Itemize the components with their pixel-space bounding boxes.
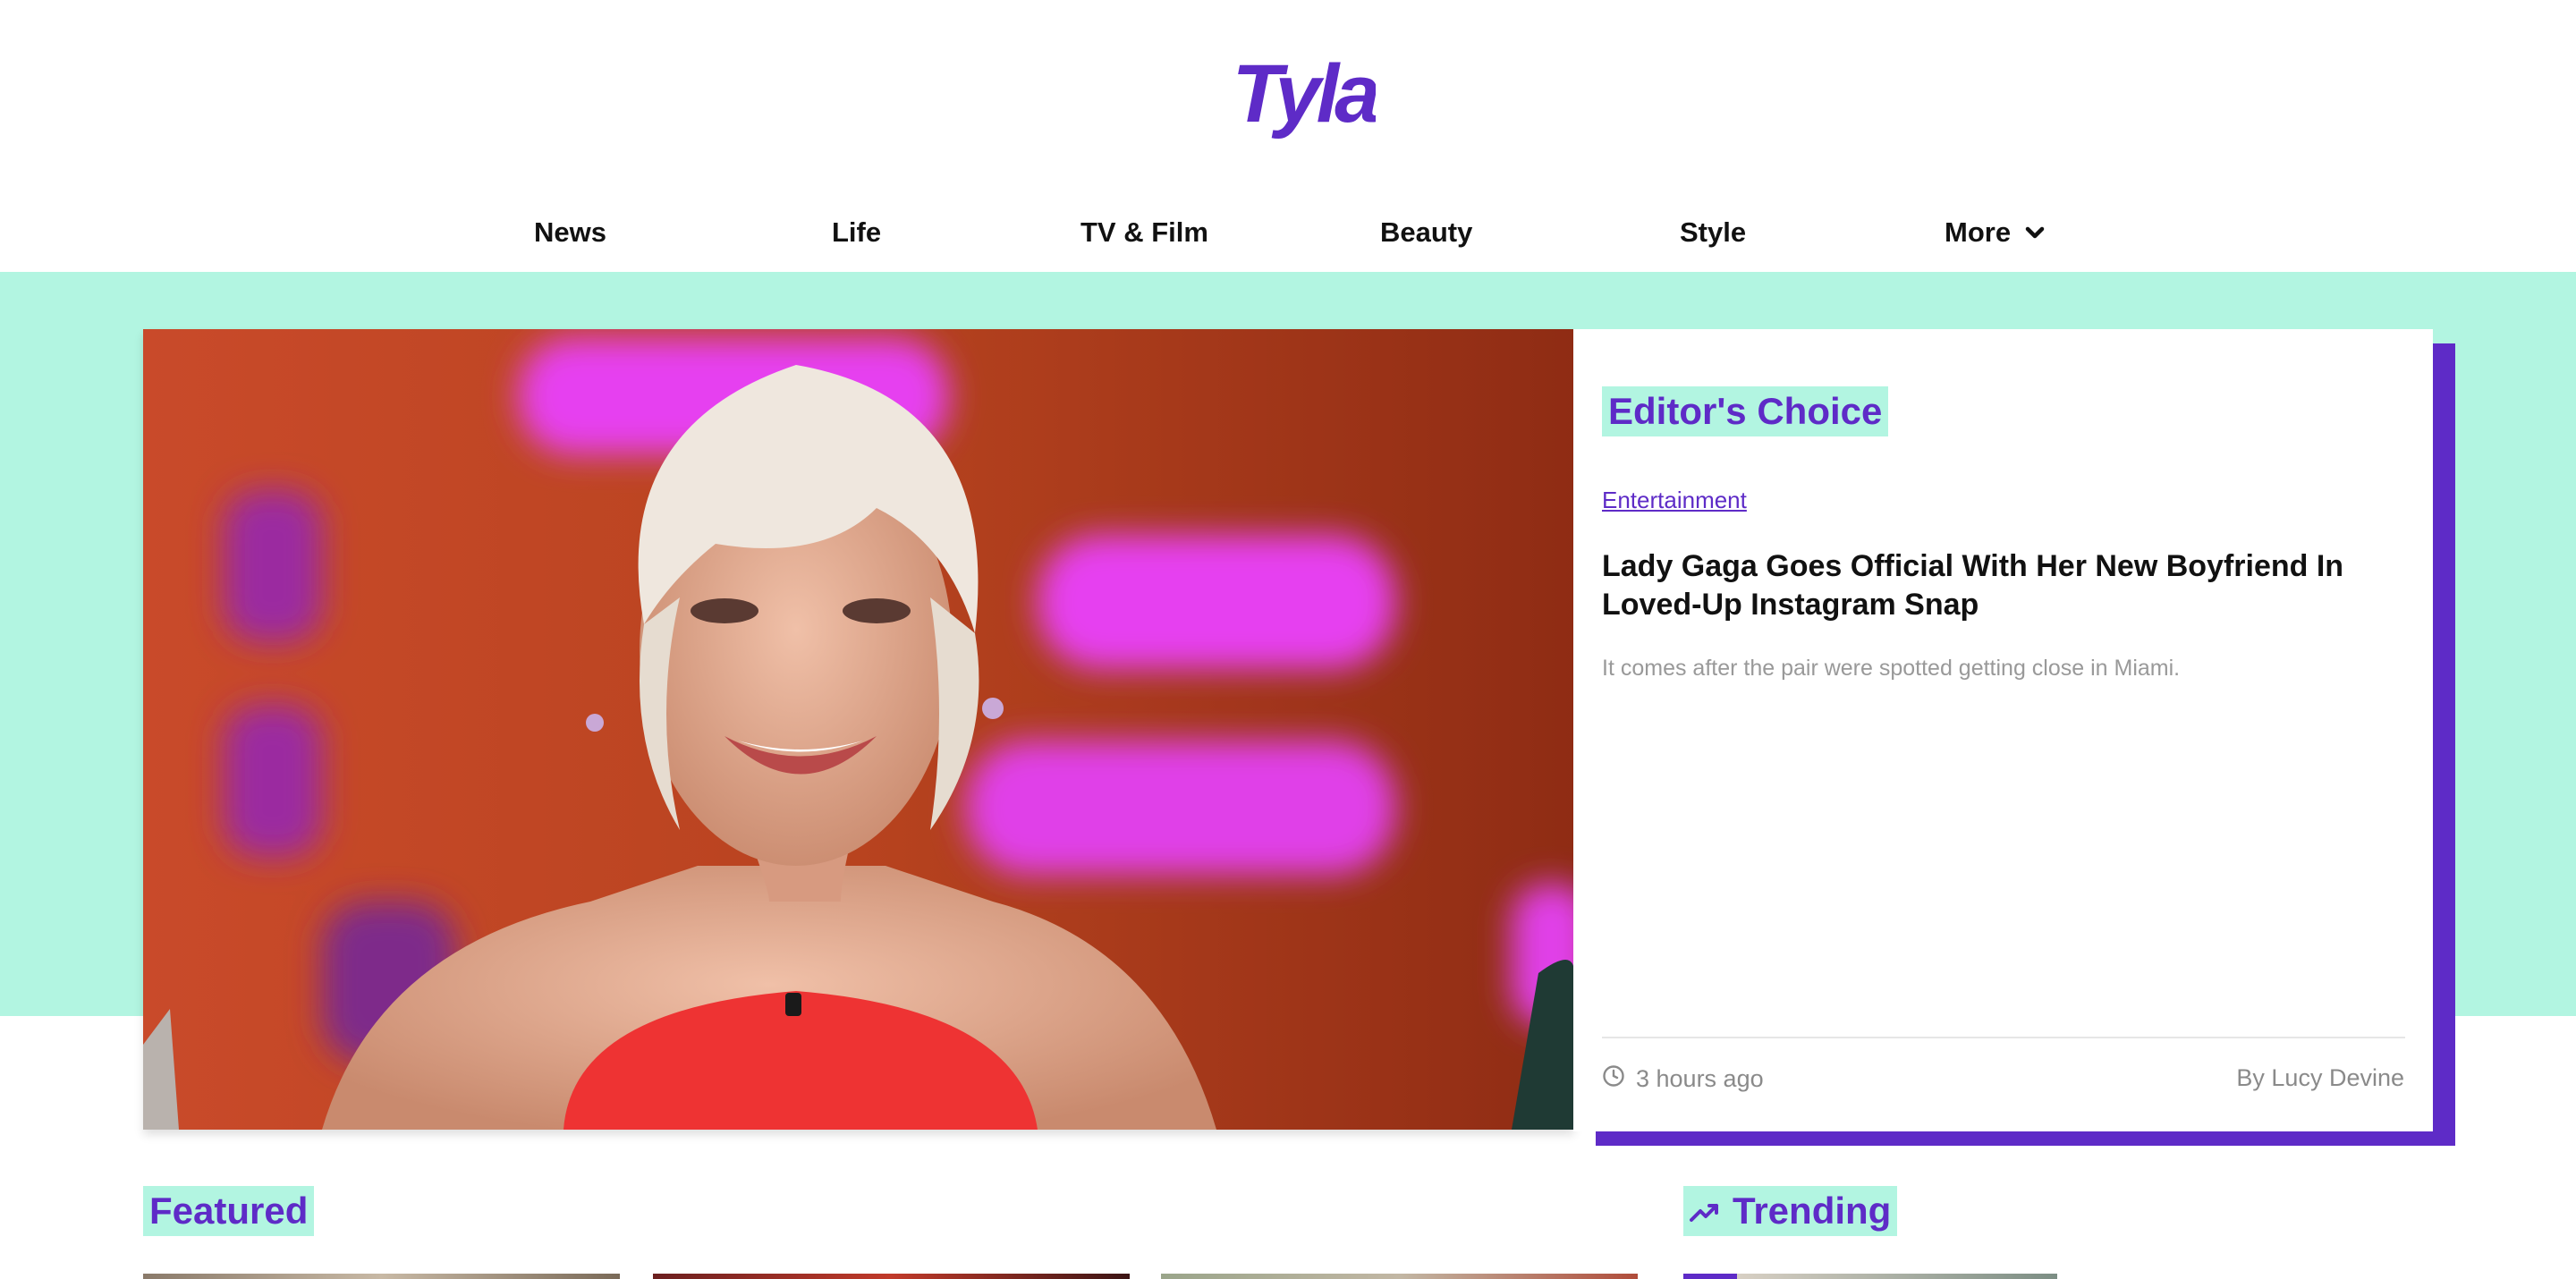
nav-more-label: More bbox=[1945, 216, 2012, 248]
logo-wordmark: Tyla bbox=[1233, 48, 1376, 140]
editors-choice-label: Editor's Choice bbox=[1602, 386, 1889, 436]
article-headline[interactable]: Lady Gaga Goes Official With Her New Boy… bbox=[1602, 547, 2407, 624]
editors-choice-card: Editor's Choice Entertainment Lady Gaga … bbox=[1573, 329, 2433, 1131]
featured-thumbnail[interactable] bbox=[143, 1274, 620, 1279]
nav-item-more[interactable]: More bbox=[1945, 206, 2045, 259]
nav-item-news[interactable]: News bbox=[534, 206, 606, 259]
clock-icon bbox=[1602, 1064, 1636, 1094]
hero-image[interactable] bbox=[143, 329, 1574, 1130]
nav-item-life[interactable]: Life bbox=[832, 206, 881, 259]
trending-thumbnail[interactable] bbox=[1683, 1274, 2057, 1279]
trending-heading: Trending bbox=[1683, 1186, 1898, 1236]
site-header: Tyla News Life TV & Film Beauty Style Mo… bbox=[0, 0, 2576, 272]
chevron-down-icon bbox=[2025, 205, 2045, 258]
trending-up-icon bbox=[1690, 1190, 1733, 1232]
tyla-logo[interactable]: Tyla bbox=[1233, 47, 1384, 147]
category-link[interactable]: Entertainment bbox=[1602, 487, 1747, 514]
nav-item-beauty[interactable]: Beauty bbox=[1380, 206, 1472, 259]
article-time-text: 3 hours ago bbox=[1636, 1065, 1764, 1092]
card-divider bbox=[1602, 1037, 2405, 1038]
article-standfirst: It comes after the pair were spotted get… bbox=[1602, 656, 2181, 681]
featured-thumbnail[interactable] bbox=[653, 1274, 1130, 1279]
nav-item-style[interactable]: Style bbox=[1680, 206, 1746, 259]
article-author[interactable]: By Lucy Devine bbox=[2236, 1064, 2404, 1092]
article-time: 3 hours ago bbox=[1602, 1064, 1764, 1094]
main-nav: News Life TV & Film Beauty Style More bbox=[0, 206, 2576, 259]
nav-item-tv-film[interactable]: TV & Film bbox=[1080, 206, 1208, 259]
featured-thumbnail[interactable] bbox=[1161, 1274, 1638, 1279]
featured-heading: Featured bbox=[143, 1186, 315, 1236]
trending-heading-text: Trending bbox=[1733, 1190, 1892, 1232]
